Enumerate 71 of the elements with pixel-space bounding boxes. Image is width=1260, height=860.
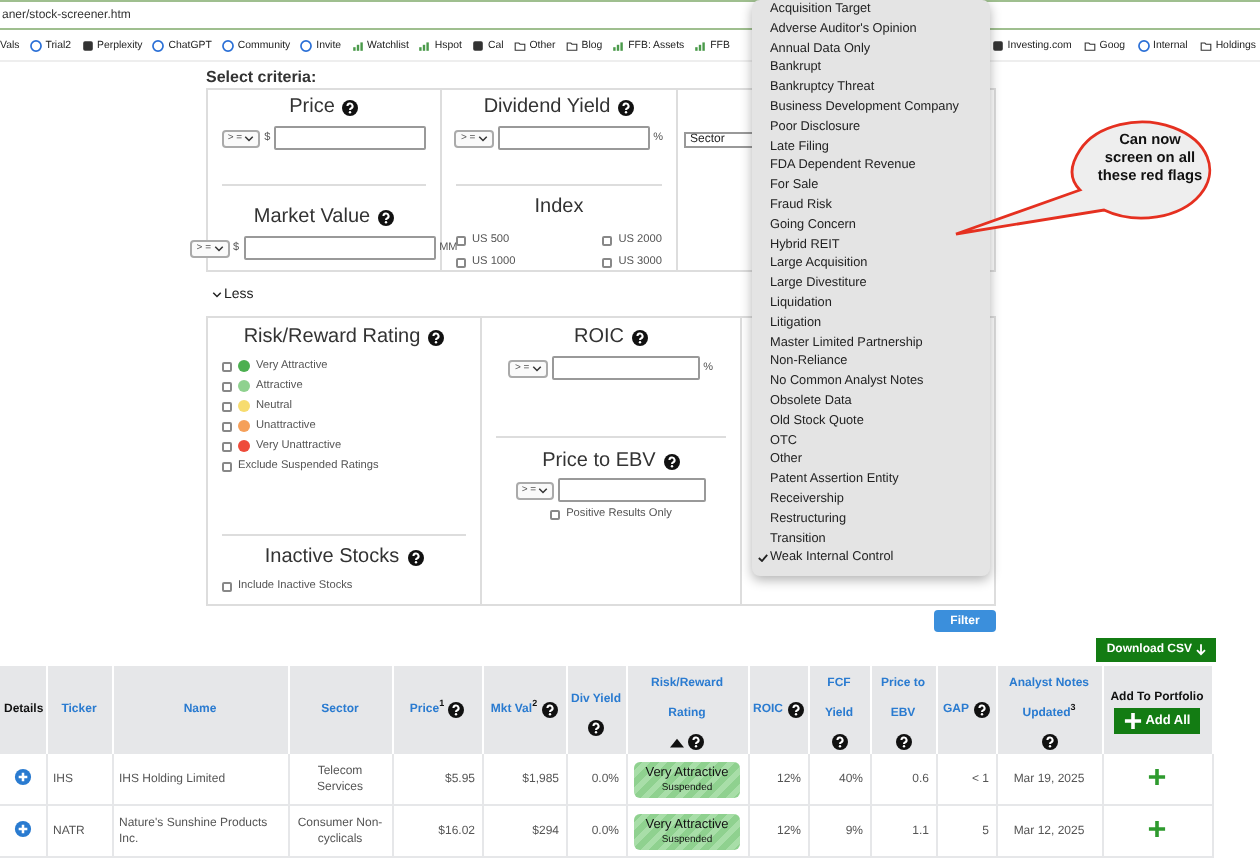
checkbox[interactable] <box>602 235 613 245</box>
help-icon[interactable] <box>1041 734 1057 750</box>
plus-icon[interactable] <box>1123 711 1142 729</box>
download-icon <box>1196 644 1206 656</box>
checkbox[interactable] <box>456 257 466 267</box>
filter-label: Dividend Yield <box>483 96 611 118</box>
chevron-icon <box>477 135 488 141</box>
chevron-icon <box>531 365 542 371</box>
filter-label: ROIC <box>574 326 624 348</box>
help-icon[interactable] <box>588 719 604 735</box>
help-icon[interactable] <box>342 99 359 115</box>
help-icon[interactable] <box>407 549 424 565</box>
folder-icon <box>565 39 578 51</box>
help-icon[interactable] <box>618 99 635 115</box>
checkbox[interactable] <box>222 461 232 471</box>
section-title: Select criteria: <box>206 68 317 86</box>
chevron-icon <box>213 245 223 251</box>
folder-icon <box>1083 39 1096 51</box>
site-icon <box>471 39 484 51</box>
help-icon[interactable] <box>831 734 847 750</box>
help-icon[interactable] <box>378 209 395 225</box>
help-icon[interactable] <box>428 329 445 345</box>
globe-icon <box>152 39 165 51</box>
checkbox[interactable] <box>550 509 561 519</box>
value-input[interactable] <box>551 356 700 380</box>
bar-chart-icon <box>418 39 431 51</box>
bar-chart-icon <box>351 39 364 51</box>
expand-icon[interactable] <box>13 819 32 837</box>
value-input[interactable] <box>243 236 436 260</box>
folder-icon <box>1199 39 1212 51</box>
chevron-icon <box>244 135 255 141</box>
filter-label: Inactive Stocks <box>264 546 400 568</box>
site-icon <box>991 39 1004 51</box>
filter-label: Price to EBV <box>542 450 656 472</box>
globe-icon <box>300 39 313 51</box>
help-icon[interactable] <box>632 329 648 345</box>
chevron-icon <box>212 292 222 298</box>
globe-icon <box>29 39 42 51</box>
checkbox[interactable] <box>456 235 466 245</box>
help-icon[interactable] <box>663 453 680 469</box>
help-icon[interactable] <box>448 702 465 718</box>
filter-label: Risk/Reward Rating <box>243 326 421 348</box>
globe-icon <box>1137 39 1149 51</box>
checkbox[interactable] <box>222 361 232 371</box>
help-icon[interactable] <box>787 702 803 718</box>
bar-chart-icon <box>694 39 707 51</box>
help-icon[interactable] <box>688 734 704 750</box>
add-icon[interactable] <box>1148 819 1166 837</box>
site-icon <box>81 39 93 51</box>
filter-label: Index <box>534 196 584 218</box>
checkbox[interactable] <box>222 421 232 431</box>
value-input[interactable] <box>497 126 650 150</box>
folder-icon <box>513 39 526 51</box>
globe-icon <box>221 39 234 51</box>
checkbox[interactable] <box>222 401 232 411</box>
help-icon[interactable] <box>973 702 989 718</box>
bar-chart-icon <box>612 39 625 51</box>
help-icon[interactable] <box>541 702 558 718</box>
chevron-icon <box>538 487 549 493</box>
checkbox[interactable] <box>222 581 232 591</box>
sort-ascending-icon[interactable] <box>670 737 684 747</box>
checkbox[interactable] <box>222 441 232 451</box>
checkbox[interactable] <box>222 381 232 391</box>
value-input[interactable] <box>274 126 427 150</box>
expand-icon[interactable] <box>13 767 32 785</box>
add-icon[interactable] <box>1148 767 1166 785</box>
value-input[interactable] <box>558 478 707 502</box>
help-icon[interactable] <box>895 734 911 750</box>
filter-label: Price <box>289 96 335 118</box>
filter-label: Market Value <box>253 206 371 228</box>
checkbox[interactable] <box>602 257 613 267</box>
